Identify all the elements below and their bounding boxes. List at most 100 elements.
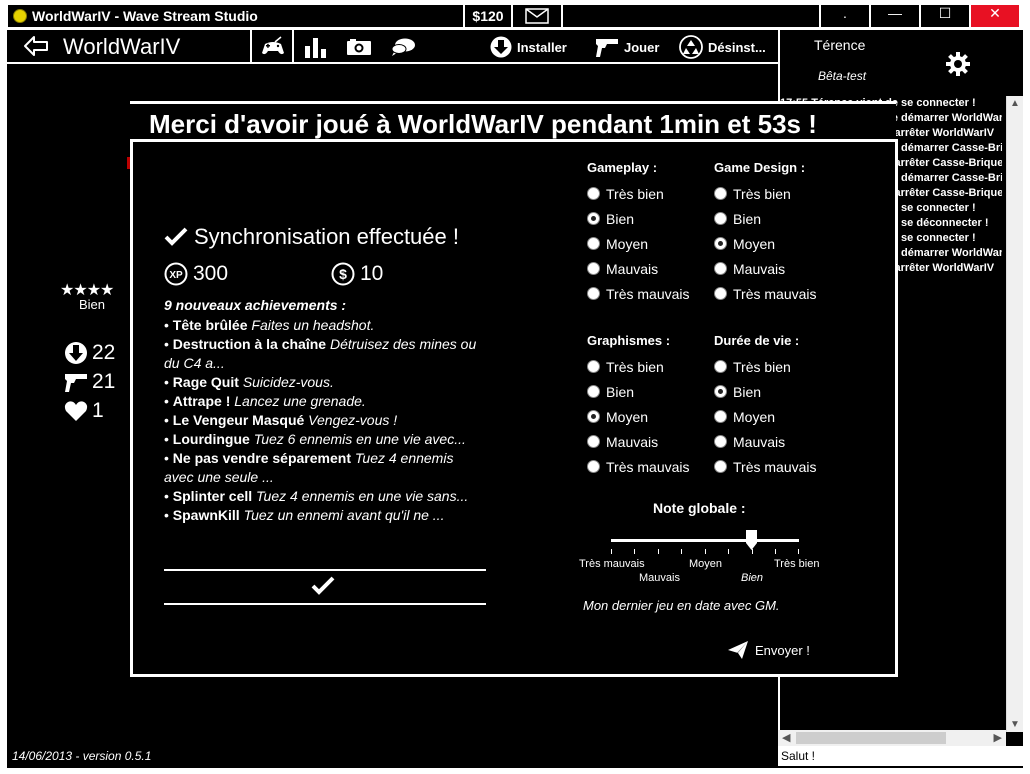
rating-option[interactable]: Bien bbox=[714, 206, 817, 231]
rating-option[interactable]: Très bien bbox=[587, 181, 690, 206]
slider-tick bbox=[752, 549, 753, 554]
rating-option[interactable]: Très mauvais bbox=[587, 454, 690, 479]
rating-option[interactable]: Bien bbox=[587, 206, 690, 231]
rating-option[interactable]: Moyen bbox=[587, 404, 690, 429]
rating-option[interactable]: Bien bbox=[587, 379, 690, 404]
version-footer: 14/06/2013 - version 0.5.1 bbox=[12, 749, 152, 763]
rating-option[interactable]: Mauvais bbox=[714, 256, 817, 281]
toolbar-divider bbox=[292, 30, 294, 62]
rating-option[interactable]: Bien bbox=[714, 379, 817, 404]
slider-thumb[interactable] bbox=[746, 530, 757, 550]
stats-icon[interactable] bbox=[304, 36, 328, 58]
radio-button[interactable] bbox=[587, 287, 600, 300]
radio-button[interactable] bbox=[587, 410, 600, 423]
user-name[interactable]: Térence bbox=[814, 37, 865, 53]
user-status: Bêta-test bbox=[818, 69, 867, 83]
camera-icon[interactable] bbox=[346, 38, 372, 56]
rating-game-design: Game Design : Très bien Bien Moyen Mauvais Tr… bbox=[714, 160, 817, 306]
rating-option[interactable]: Mauvais bbox=[714, 429, 817, 454]
achievement-name: Tête brûlée bbox=[172, 317, 248, 333]
toolbar-divider bbox=[250, 30, 252, 62]
rating-option[interactable]: Très mauvais bbox=[714, 281, 817, 306]
radio-button[interactable] bbox=[587, 212, 600, 225]
rating-option-label: Moyen bbox=[606, 408, 649, 425]
scroll-left-icon[interactable]: ◀ bbox=[782, 731, 790, 744]
sync-label: Synchronisation effectuée ! bbox=[194, 224, 459, 249]
achievement-name: Ne pas vendre séparement bbox=[172, 450, 351, 466]
radio-button[interactable] bbox=[714, 237, 727, 250]
window-title-area[interactable]: WorldWarIV - Wave Stream Studio bbox=[8, 5, 463, 27]
achievement-description: Faites un headshot. bbox=[251, 317, 375, 333]
scroll-down-icon[interactable]: ▼ bbox=[1010, 719, 1020, 730]
rating-option[interactable]: Mauvais bbox=[587, 256, 690, 281]
rating-option[interactable]: Très mauvais bbox=[714, 454, 817, 479]
rating-option-label: Très bien bbox=[606, 185, 664, 202]
radio-button[interactable] bbox=[587, 360, 600, 373]
rating-option-label: Bien bbox=[733, 383, 762, 400]
activity-horizontal-scrollbar[interactable]: ◀ ▶ bbox=[778, 730, 1006, 746]
rating-option[interactable]: Très bien bbox=[714, 181, 817, 206]
rating-option-label: Moyen bbox=[733, 408, 776, 425]
radio-button[interactable] bbox=[587, 435, 600, 448]
back-arrow-icon[interactable] bbox=[23, 35, 49, 57]
scroll-thumb[interactable] bbox=[796, 732, 946, 744]
rating-option[interactable]: Très bien bbox=[587, 354, 690, 379]
scroll-up-icon[interactable]: ▲ bbox=[1010, 98, 1020, 109]
rating-option[interactable]: Moyen bbox=[714, 404, 817, 429]
close-button[interactable]: ✕ bbox=[971, 5, 1019, 27]
radio-button[interactable] bbox=[587, 187, 600, 200]
confirm-check-icon[interactable] bbox=[311, 576, 335, 596]
radio-button[interactable] bbox=[587, 237, 600, 250]
radio-button[interactable] bbox=[714, 410, 727, 423]
xp-icon: XP bbox=[164, 262, 188, 286]
rating-option[interactable]: Très bien bbox=[714, 354, 817, 379]
rating-option[interactable]: Moyen bbox=[714, 231, 817, 256]
chat-icon[interactable] bbox=[390, 37, 416, 57]
radio-button[interactable] bbox=[714, 435, 727, 448]
maximize-button[interactable]: ☐ bbox=[921, 5, 969, 27]
comment-field[interactable]: Mon dernier jeu en date avec GM. bbox=[583, 598, 780, 613]
achievement-description: Suicidez-vous. bbox=[242, 374, 334, 390]
radio-button[interactable] bbox=[587, 262, 600, 275]
rating-option-label: Bien bbox=[606, 383, 635, 400]
rating-option[interactable]: Moyen bbox=[587, 231, 690, 256]
mail-button[interactable] bbox=[513, 5, 561, 27]
radio-button[interactable] bbox=[714, 287, 727, 300]
scroll-right-icon[interactable]: ▶ bbox=[994, 731, 1002, 744]
install-button[interactable]: Installer bbox=[490, 36, 567, 58]
achievement-name: Splinter cell bbox=[172, 488, 253, 504]
radio-button[interactable] bbox=[587, 385, 600, 398]
rating-option-label: Très mauvais bbox=[606, 285, 690, 302]
app-logo-icon bbox=[13, 9, 27, 23]
play-button[interactable]: Jouer bbox=[595, 36, 659, 58]
uninstall-label: Désinst... bbox=[708, 39, 766, 55]
radio-button[interactable] bbox=[714, 212, 727, 225]
chat-input[interactable]: Salut ! bbox=[778, 746, 1023, 766]
rating-option-label: Mauvais bbox=[606, 260, 659, 277]
radio-button[interactable] bbox=[714, 262, 727, 275]
radio-button[interactable] bbox=[714, 460, 727, 473]
radio-button[interactable] bbox=[587, 460, 600, 473]
uninstall-button[interactable]: Désinst... bbox=[679, 35, 766, 59]
session-summary-dialog: Synchronisation effectuée ! XP 300 $ 10 … bbox=[130, 139, 898, 677]
send-button[interactable]: Envoyer ! bbox=[727, 640, 810, 660]
rating-option-label: Très mauvais bbox=[733, 285, 817, 302]
likes-count: 1 bbox=[92, 399, 104, 422]
activity-vertical-scrollbar[interactable]: ▲ ▼ bbox=[1006, 96, 1023, 732]
dot-button[interactable]: . bbox=[821, 5, 869, 27]
rating-option[interactable]: Mauvais bbox=[587, 429, 690, 454]
minimize-button[interactable]: — bbox=[871, 5, 919, 27]
gear-icon[interactable] bbox=[945, 51, 971, 77]
rating-option[interactable]: Très mauvais bbox=[587, 281, 690, 306]
radio-button[interactable] bbox=[714, 385, 727, 398]
rating-label: Bien bbox=[79, 297, 106, 312]
rating-group-title: Gameplay : bbox=[587, 160, 658, 175]
radio-button[interactable] bbox=[714, 187, 727, 200]
gamepad-icon[interactable] bbox=[260, 36, 286, 58]
achievements-list: • Tête brûlée Faites un headshot. • Destr… bbox=[164, 316, 486, 525]
overall-rating-slider[interactable] bbox=[611, 539, 799, 542]
coins-reward: $ 10 bbox=[331, 262, 383, 286]
radio-button[interactable] bbox=[714, 360, 727, 373]
gun-icon bbox=[65, 374, 87, 392]
slider-label-very-bad: Très mauvais bbox=[579, 558, 645, 570]
